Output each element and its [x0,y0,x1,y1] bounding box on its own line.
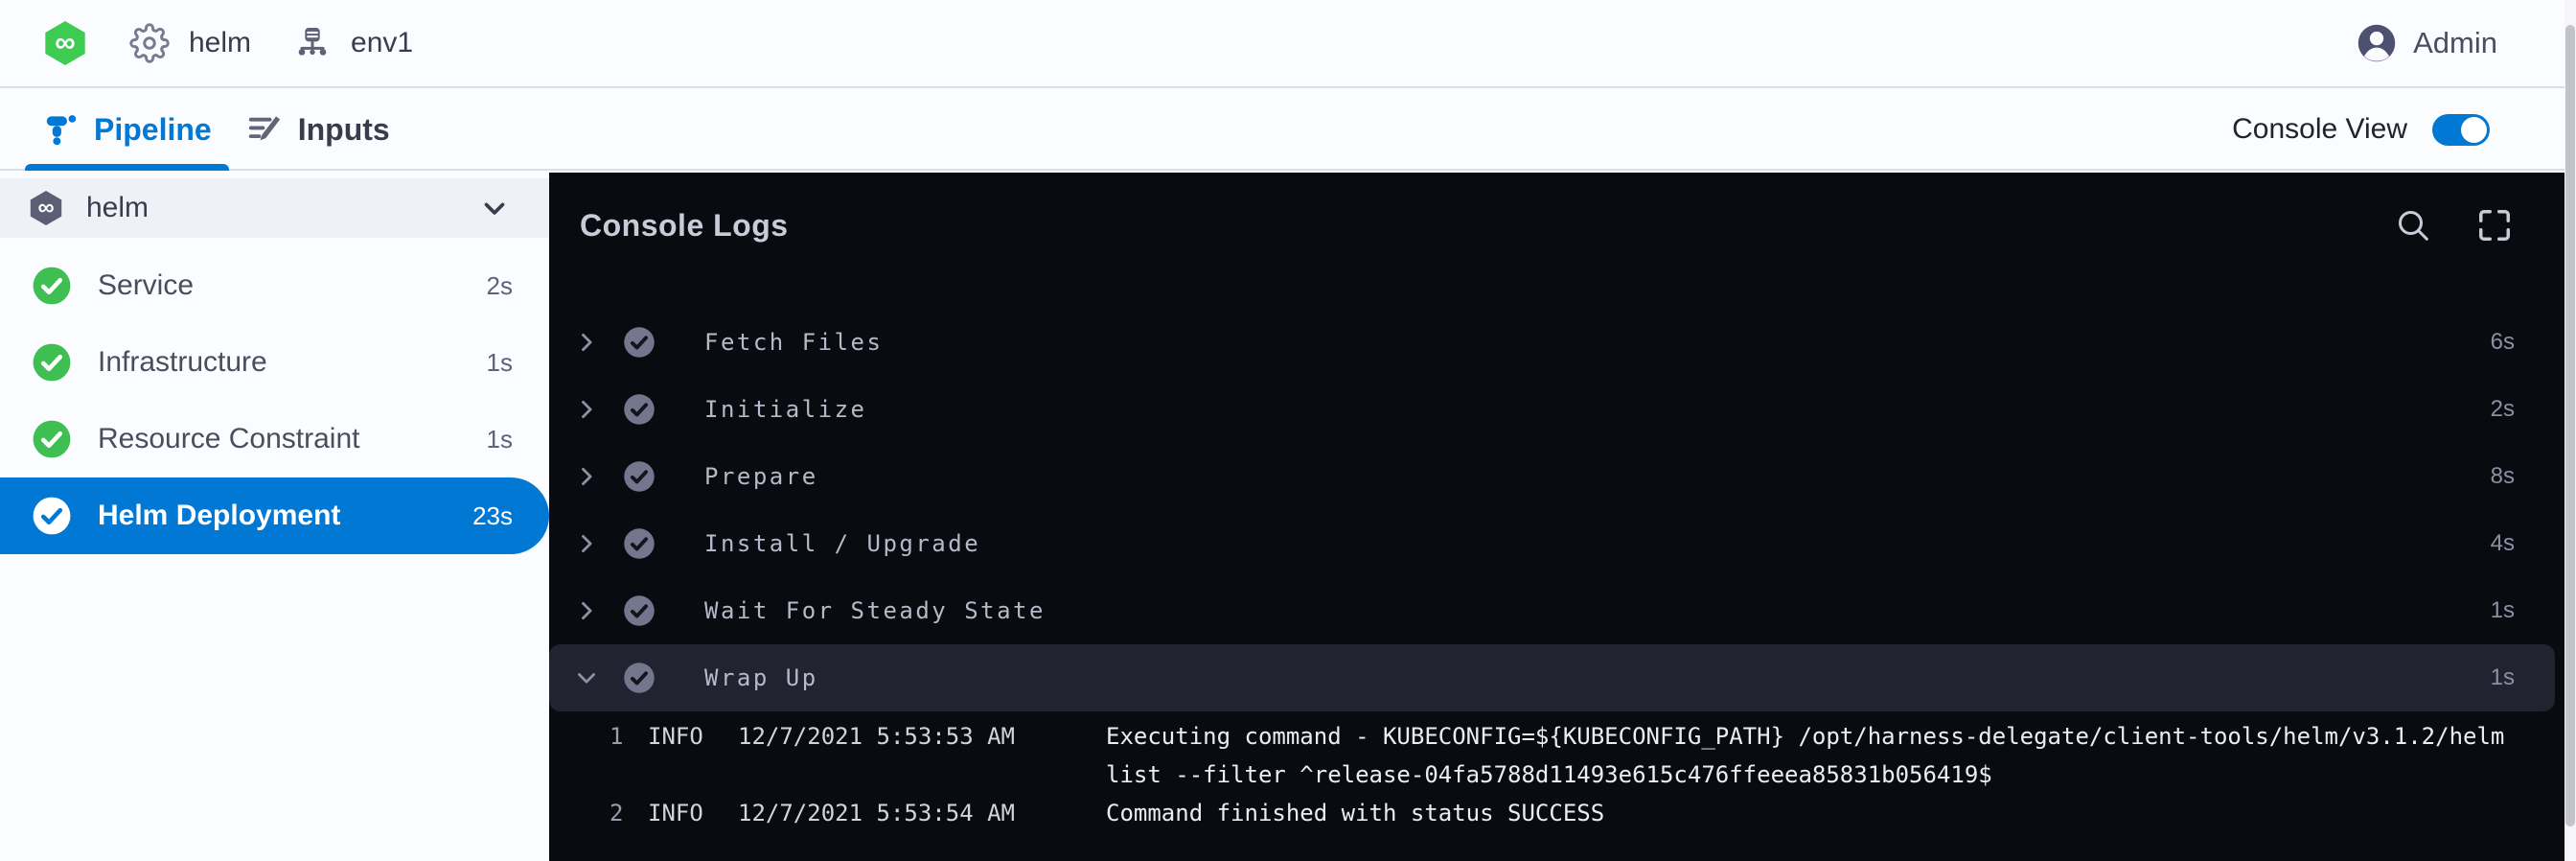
sidebar-item-resource-constraint[interactable]: Resource Constraint 1s [0,401,549,477]
inputs-pencil-icon [246,111,283,148]
step-list: Service 2s Infrastructure 1s Resource Co… [0,247,549,554]
console-logs-panel: Console Logs [549,173,2564,861]
chevron-down-icon[interactable] [572,664,601,691]
log-level: INFO [648,794,738,832]
tab-inputs[interactable]: Inputs [229,90,407,169]
log-message: Command finished with status SUCCESS [1106,794,2564,832]
tab-inputs-label: Inputs [298,112,390,148]
infinity-glyph: ∞ [37,195,54,221]
scrollbar-thumb[interactable] [2565,25,2575,826]
log-step-prepare[interactable]: Prepare 8s [549,443,2564,510]
tab-pipeline-label: Pipeline [94,112,212,148]
log-step-label: Initialize [704,396,867,423]
console-view-toggle[interactable] [2432,114,2490,146]
log-line-number: 2 [610,794,648,832]
chevron-right-icon[interactable] [572,329,601,356]
log-message: Executing command - KUBECONFIG=${KUBECON… [1106,717,2564,794]
log-step-install-upgrade[interactable]: Install / Upgrade 4s [549,510,2564,577]
fullscreen-icon[interactable] [2476,207,2513,244]
duration-badge: 1s [2491,664,2515,691]
duration-badge: 23s [472,501,513,531]
log-step-label: Wrap Up [704,664,818,691]
log-step-label: Wait For Steady State [704,597,1046,624]
success-check-icon [622,593,656,628]
chevron-down-icon[interactable] [478,192,511,224]
log-line: 2 INFO 12/7/2021 5:53:54 AM Command fini… [549,794,2564,832]
main-content: ∞ helm Service 2s [0,173,2564,861]
console-logs-title: Console Logs [580,208,789,244]
user-menu[interactable]: Admin [2356,22,2497,64]
log-step-wait-for-steady-state[interactable]: Wait For Steady State 1s [549,577,2564,644]
chevron-right-icon[interactable] [572,396,601,423]
log-timestamp: 12/7/2021 5:53:54 AM [738,794,1106,832]
stage-hexagon-infinity-icon: ∞ [29,191,63,225]
log-step-label: Fetch Files [704,329,883,356]
sidebar-item-label: Helm Deployment [98,500,340,532]
infinity-glyph: ∞ [55,27,75,59]
environment-name-label: env1 [351,27,413,59]
success-check-icon [31,265,73,307]
duration-badge: 8s [2491,463,2515,490]
user-name-label: Admin [2413,26,2497,60]
pipeline-icon [42,111,79,148]
success-check-icon [622,526,656,561]
log-level: INFO [648,717,738,794]
search-icon[interactable] [2394,206,2432,244]
success-check-icon [622,661,656,695]
log-message-line: Executing command - KUBECONFIG=${KUBECON… [1106,717,2564,756]
environment-icon[interactable] [293,24,332,62]
chevron-right-icon[interactable] [572,530,601,557]
duration-badge: 4s [2491,530,2515,557]
chevron-right-icon[interactable] [572,463,601,490]
log-step-label: Install / Upgrade [704,530,980,557]
success-check-icon [31,495,73,537]
log-timestamp: 12/7/2021 5:53:53 AM [738,717,1106,794]
success-check-icon [622,325,656,360]
success-check-icon [622,392,656,427]
toggle-knob [2461,117,2487,143]
tab-pipeline[interactable]: Pipeline [25,90,229,169]
duration-badge: 1s [2491,597,2515,624]
sidebar-item-label: Service [98,269,194,302]
duration-badge: 2s [487,271,513,301]
success-check-icon [31,341,73,384]
top-bar: ∞ helm env1 Admin [0,0,2564,88]
page-scrollbar[interactable] [2564,0,2576,861]
log-line-number: 1 [610,717,648,794]
success-check-icon [31,418,73,460]
log-step-wrap-up[interactable]: Wrap Up 1s [549,644,2555,711]
console-logs-header: Console Logs [549,173,2564,278]
duration-badge: 2s [2491,396,2515,423]
sidebar-item-label: Infrastructure [98,346,267,379]
duration-badge: 6s [2491,329,2515,356]
log-line: 1 INFO 12/7/2021 5:53:53 AM Executing co… [549,717,2564,794]
sidebar-item-helm-deployment[interactable]: Helm Deployment 23s [0,477,549,554]
user-avatar-icon [2356,22,2398,64]
duration-badge: 1s [487,348,513,378]
pipeline-name-label: helm [189,27,251,59]
success-check-icon [622,459,656,494]
execution-sidebar: ∞ helm Service 2s [0,173,549,861]
gear-icon[interactable] [129,23,170,63]
log-step-label: Prepare [704,463,818,490]
log-step-list: Fetch Files 6s Initialize 2s [549,309,2564,711]
console-view-label: Console View [2232,113,2407,146]
sidebar-item-service[interactable]: Service 2s [0,247,549,324]
stage-group-label: helm [86,192,149,224]
log-step-fetch-files[interactable]: Fetch Files 6s [549,309,2564,376]
log-message-line: list --filter ^release-04fa5788d11493e61… [1106,756,2564,794]
cd-module-hexagon-infinity-icon[interactable]: ∞ [43,21,87,65]
stage-group-helm[interactable]: ∞ helm [0,178,549,238]
sidebar-item-label: Resource Constraint [98,423,359,455]
log-step-initialize[interactable]: Initialize 2s [549,376,2564,443]
tab-bar: Pipeline Inputs Console View [0,90,2564,171]
chevron-right-icon[interactable] [572,597,601,624]
log-message-line: Command finished with status SUCCESS [1106,794,2564,832]
sidebar-item-infrastructure[interactable]: Infrastructure 1s [0,324,549,401]
duration-badge: 1s [487,425,513,454]
log-output: 1 INFO 12/7/2021 5:53:53 AM Executing co… [549,717,2564,832]
